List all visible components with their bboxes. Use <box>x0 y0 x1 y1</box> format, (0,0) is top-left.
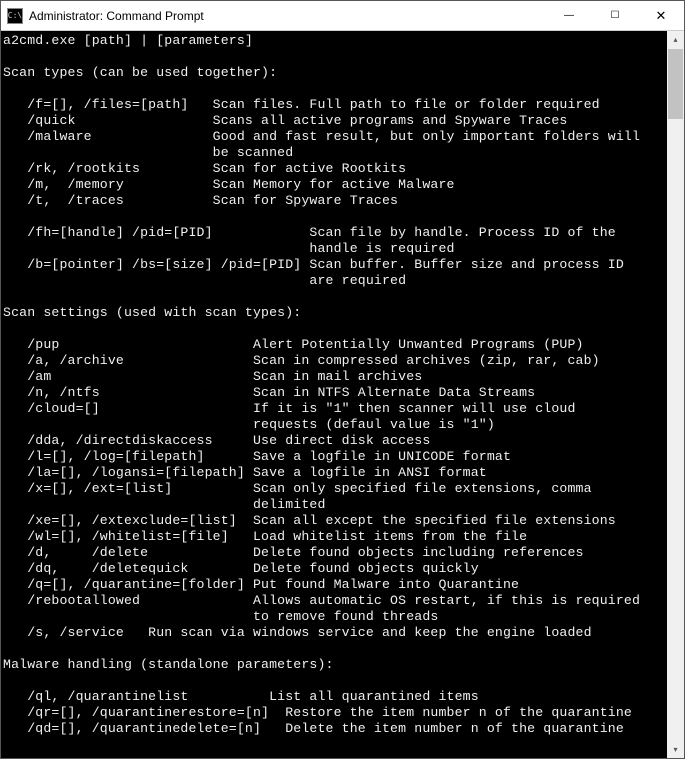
window-controls: — ☐ ✕ <box>546 1 684 30</box>
window-frame: C:\ Administrator: Command Prompt — ☐ ✕ … <box>0 0 685 759</box>
maximize-button[interactable]: ☐ <box>592 1 638 30</box>
close-button[interactable]: ✕ <box>638 1 684 30</box>
client-area: a2cmd.exe [path] | [parameters] Scan typ… <box>1 31 684 758</box>
minimize-button[interactable]: — <box>546 1 592 30</box>
scroll-up-button[interactable]: ▴ <box>667 31 684 48</box>
terminal-output[interactable]: a2cmd.exe [path] | [parameters] Scan typ… <box>1 31 667 758</box>
cmd-icon: C:\ <box>7 8 23 24</box>
window-title: Administrator: Command Prompt <box>29 9 546 23</box>
scroll-thumb[interactable] <box>668 49 683 119</box>
vertical-scrollbar[interactable]: ▴ ▾ <box>667 31 684 758</box>
scroll-down-button[interactable]: ▾ <box>667 741 684 758</box>
titlebar[interactable]: C:\ Administrator: Command Prompt — ☐ ✕ <box>1 1 684 31</box>
